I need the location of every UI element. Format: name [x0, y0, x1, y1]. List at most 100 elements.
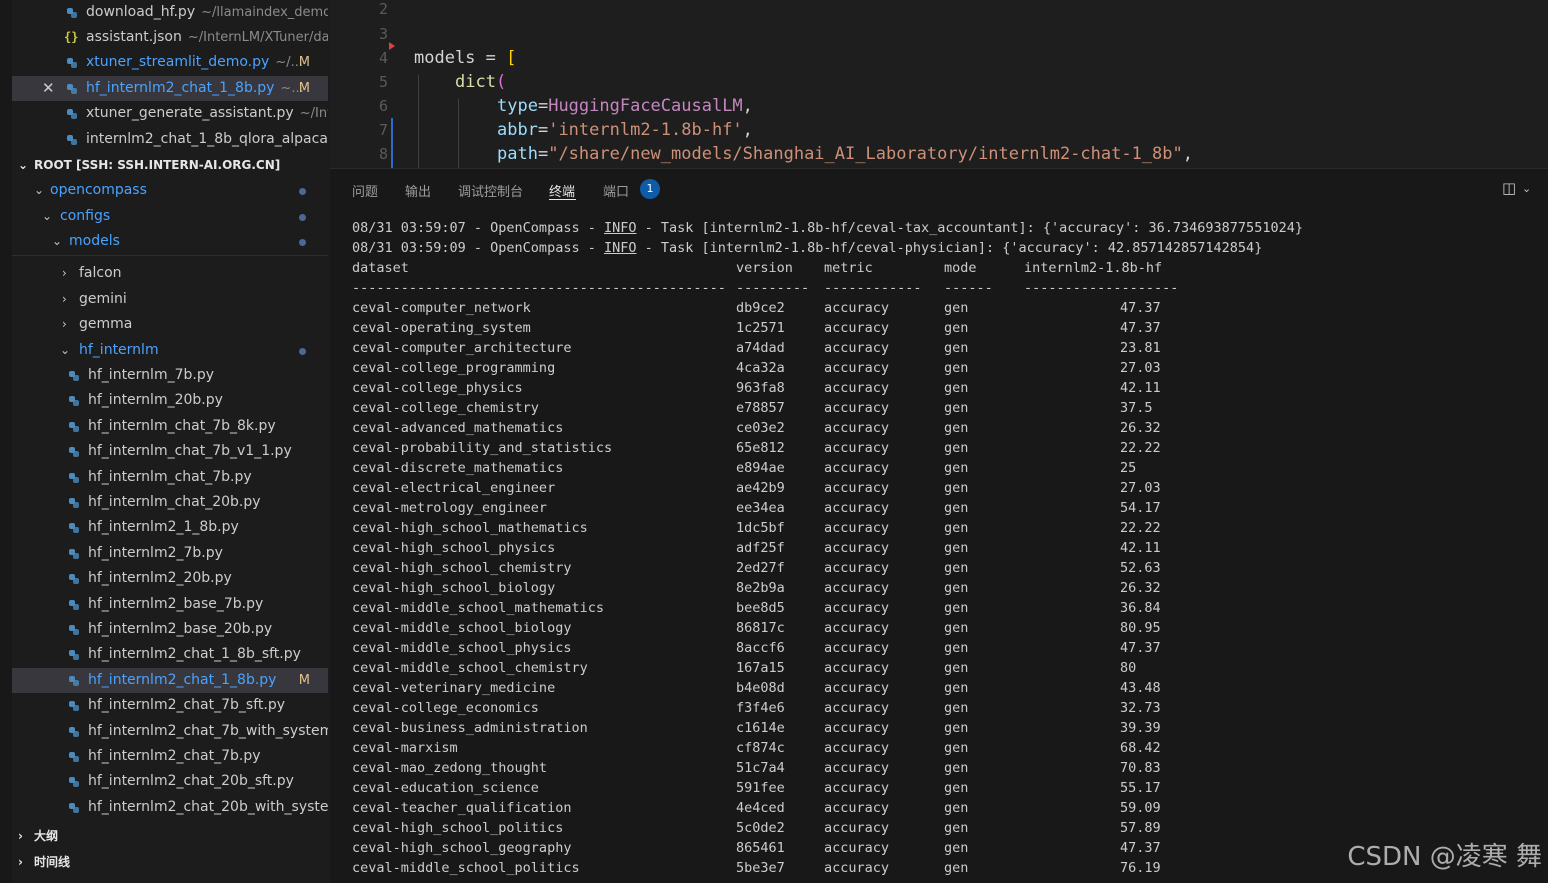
- file-item[interactable]: hf_internlm2_chat_20b_sft.py: [12, 769, 328, 794]
- folder-gemma[interactable]: › gemma: [12, 312, 328, 337]
- folder-configs[interactable]: ⌄ configs: [12, 204, 328, 229]
- file-item[interactable]: hf_internlm2_7b.py: [12, 541, 328, 566]
- chevron-right-icon: ›: [18, 829, 23, 843]
- change-gutter-bar: [391, 118, 393, 168]
- cell-score: 42.11: [1120, 540, 1161, 556]
- cell-metric: accuracy: [824, 620, 890, 636]
- open-editor-download-hf[interactable]: download_hf.py ~/llamaindex_demo: [12, 0, 328, 25]
- file-item[interactable]: hf_internlm2_chat_7b.py: [12, 744, 328, 769]
- file-item[interactable]: hf_internlm2_20b.py: [12, 566, 328, 591]
- cell-version: b4e08d: [736, 680, 785, 696]
- code-line-7: abbr='internlm2-1.8b-hf',: [497, 120, 753, 140]
- table-row: ceval-metrology_engineer ee34ea accuracy ge…: [352, 498, 1542, 518]
- cell-dataset: ceval-business_administration: [352, 720, 588, 736]
- table-row: ceval-electrical_engineer ae42b9 accuracy g…: [352, 478, 1542, 498]
- chevron-down-icon[interactable]: ⌄: [1522, 182, 1531, 195]
- folder-opencompass[interactable]: ⌄ opencompass: [12, 178, 328, 203]
- cell-version: 1c2571: [736, 320, 785, 336]
- table-row: ceval-middle_school_chemistry 167a15 accur…: [352, 658, 1542, 678]
- cell-score: 37.5: [1120, 400, 1153, 416]
- python-file-icon: [69, 777, 79, 788]
- cell-score: 76.19: [1120, 860, 1161, 876]
- file-item[interactable]: hf_internlm2_chat_1_8b_sft.py: [12, 642, 328, 667]
- cell-metric: accuracy: [824, 340, 890, 356]
- file-label: hf_internlm_chat_7b_8k.py: [88, 417, 276, 434]
- open-editor-xtuner-streamlit[interactable]: xtuner_streamlit_demo.py ~/... M: [12, 50, 328, 75]
- table-row: ceval-computer_architecture a74dad accurac…: [352, 338, 1542, 358]
- file-item[interactable]: hf_internlm2_chat_7b_sft.py: [12, 693, 328, 718]
- cell-mode: gen: [944, 320, 969, 336]
- file-label: hf_internlm2_1_8b.py: [88, 519, 239, 536]
- cell-version: 8accf6: [736, 640, 785, 656]
- cell-score: 26.32: [1120, 580, 1161, 596]
- cell-dataset: ceval-veterinary_medicine: [352, 680, 556, 696]
- close-icon[interactable]: ✕: [42, 76, 55, 101]
- file-item[interactable]: hf_internlm2_base_20b.py: [12, 617, 328, 642]
- cell-metric: accuracy: [824, 420, 890, 436]
- open-editor-assistant-json[interactable]: {} assistant.json ~/InternLM/XTuner/da...: [12, 25, 328, 50]
- file-item[interactable]: hf_internlm2_chat_7b_with_system...: [12, 719, 328, 744]
- file-item[interactable]: hf_internlm2_chat_20b_with_syste...: [12, 795, 328, 820]
- tab-output[interactable]: 输出: [405, 181, 431, 200]
- cell-score: 27.03: [1120, 480, 1161, 496]
- outline-section-header[interactable]: › 大纲: [12, 824, 328, 849]
- table-row: ceval-high_school_mathematics 1dc5bf accur…: [352, 518, 1542, 538]
- cell-dataset: ceval-college_economics: [352, 700, 539, 716]
- file-item[interactable]: hf_internlm_chat_20b.py: [12, 490, 328, 515]
- cell-dataset: ceval-middle_school_biology: [352, 620, 572, 636]
- cell-mode: gen: [944, 840, 969, 856]
- open-editor-hf-internlm2-chat-1-8b[interactable]: ✕ hf_internlm2_chat_1_8b.py ~... M: [12, 76, 328, 101]
- file-label: hf_internlm2_7b.py: [88, 544, 223, 561]
- python-file-icon: [69, 675, 79, 686]
- cell-mode: gen: [944, 440, 969, 456]
- tab-terminal[interactable]: 终端: [549, 181, 575, 200]
- code-editor[interactable]: 2 3 4 5 6 7 8 models = [ dict( type=Hugg…: [330, 0, 1548, 168]
- cell-dataset: ceval-education_science: [352, 780, 539, 796]
- python-file-icon: [69, 447, 79, 458]
- cell-version: 65e812: [736, 440, 785, 456]
- file-item[interactable]: hf_internlm_chat_7b.py: [12, 465, 328, 490]
- cell-version: 591fee: [736, 780, 785, 796]
- token-param: type: [497, 96, 538, 116]
- folder-gemini[interactable]: › gemini: [12, 287, 328, 312]
- file-item[interactable]: hf_internlm_chat_7b_8k.py: [12, 414, 328, 439]
- cell-version: 2ed27f: [736, 560, 785, 576]
- token-param: path: [497, 144, 538, 164]
- file-item[interactable]: hf_internlm2_base_7b.py: [12, 592, 328, 617]
- folder-falcon[interactable]: › falcon: [12, 261, 328, 286]
- cell-metric: accuracy: [824, 660, 890, 676]
- root-section-header[interactable]: ⌄ ROOT [SSH: SSH.INTERN-AI.ORG.CN]: [12, 153, 328, 178]
- open-editor-xtuner-generate[interactable]: xtuner_generate_assistant.py ~/Int...: [12, 101, 328, 126]
- cell-mode: gen: [944, 740, 969, 756]
- split-layout-icon[interactable]: ◫: [1502, 179, 1516, 197]
- cell-version: db9ce2: [736, 300, 785, 316]
- cell-version: 8e2b9a: [736, 580, 785, 596]
- tab-ports[interactable]: 端口: [603, 181, 629, 200]
- divider-metric: ------------: [824, 280, 922, 296]
- token-op: =: [537, 96, 549, 116]
- cell-metric: accuracy: [824, 300, 890, 316]
- tab-debug-console[interactable]: 调试控制台: [458, 181, 523, 200]
- table-row: ceval-teacher_qualification 4e4ced accurac…: [352, 798, 1542, 818]
- indent-guide: [458, 99, 459, 168]
- timeline-section-header[interactable]: › 时间线: [12, 850, 328, 875]
- table-row: ceval-college_physics 963fa8 accuracy gen 42…: [352, 378, 1542, 398]
- open-editor-qlora-alpaca[interactable]: internlm2_chat_1_8b_qlora_alpaca...: [12, 127, 328, 152]
- cell-score: 52.63: [1120, 560, 1161, 576]
- cell-version: cf874c: [736, 740, 785, 756]
- modified-badge: M: [298, 81, 310, 96]
- file-item[interactable]: hf_internlm_chat_7b_v1_1.py: [12, 439, 328, 464]
- modified-dot: [299, 348, 306, 355]
- folder-models[interactable]: ⌄ models: [12, 229, 328, 254]
- cell-score: 27.03: [1120, 360, 1161, 376]
- folder-hf-internlm[interactable]: ⌄ hf_internlm: [12, 338, 328, 363]
- cell-dataset: ceval-middle_school_politics: [352, 860, 580, 876]
- file-item[interactable]: hf_internlm2_chat_1_8b.py M: [12, 667, 328, 693]
- tab-problems[interactable]: 问题: [352, 181, 378, 200]
- cell-dataset: ceval-teacher_qualification: [352, 800, 572, 816]
- python-file-icon: [69, 574, 79, 585]
- table-row: ceval-college_chemistry e78857 accuracy gen…: [352, 398, 1542, 418]
- file-item[interactable]: hf_internlm_20b.py: [12, 388, 328, 413]
- file-item[interactable]: hf_internlm_7b.py: [12, 363, 328, 388]
- file-item[interactable]: hf_internlm2_1_8b.py: [12, 515, 328, 540]
